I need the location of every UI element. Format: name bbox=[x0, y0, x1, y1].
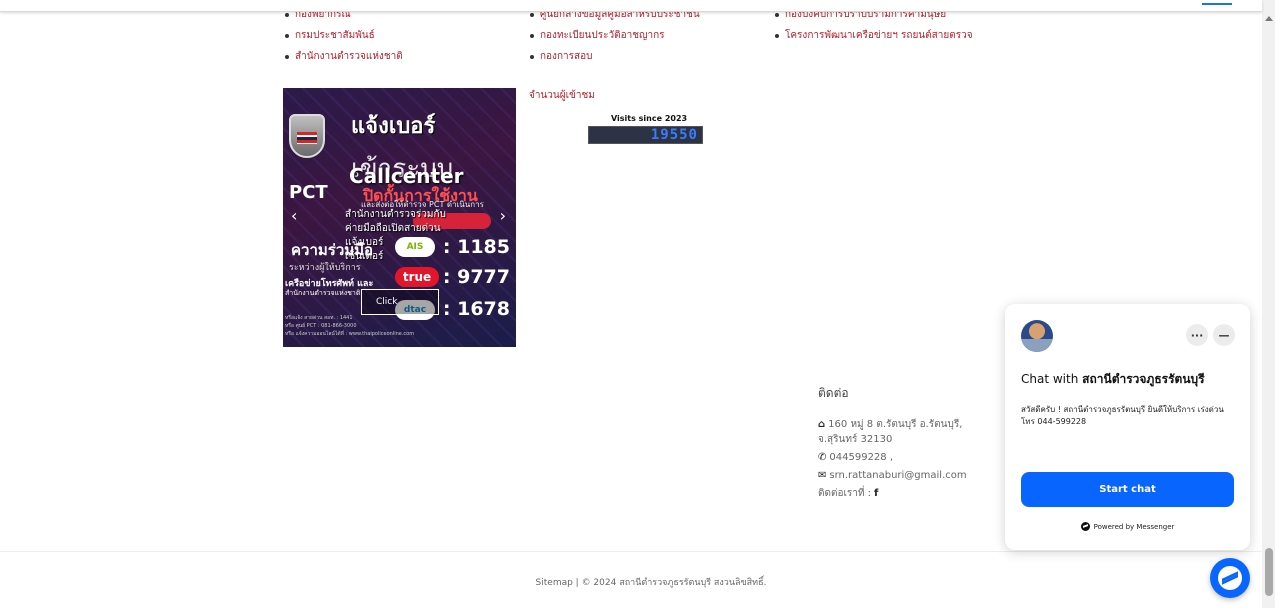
link-item[interactable]: กองการสอบ bbox=[528, 46, 700, 67]
email-text[interactable]: srn.rattanaburi@gmail.com bbox=[829, 470, 966, 481]
footer-text: Sitemap | © 2024 สถานีตำรวจภูธรรัตนบุรี … bbox=[535, 578, 767, 588]
link-item[interactable]: โครงการพัฒนาเครือข่ายฯ รถยนต์สายตรวจ bbox=[773, 25, 973, 46]
police-shield-icon bbox=[289, 114, 325, 158]
messenger-launcher-button[interactable] bbox=[1210, 558, 1250, 598]
messenger-icon bbox=[1218, 566, 1242, 590]
visitor-counter-title: Visits since 2023 bbox=[611, 114, 688, 123]
chat-title-prefix: Chat with bbox=[1021, 372, 1079, 386]
chat-title-name: สถานีตำรวจภูธรรัตนบุรี bbox=[1082, 372, 1205, 386]
more-options-icon[interactable]: ··· bbox=[1186, 324, 1208, 346]
operator-number: : 1185 bbox=[442, 236, 510, 258]
fine-print-line: หรือแจ้ง สายด่วน สอท. : 1441 bbox=[285, 315, 353, 321]
start-chat-button[interactable]: Start chat bbox=[1021, 472, 1234, 507]
true-logo-icon: true bbox=[395, 267, 439, 287]
scroll-up-icon[interactable] bbox=[1265, 16, 1273, 21]
overlay-line: สำนักงานตำรวจร่วมกับ bbox=[345, 209, 446, 220]
contact-heading: ติดต่อ bbox=[818, 386, 849, 400]
pct-callcenter-banner-carousel[interactable]: PCT แจ้งเบอร์ เข้าระบบ Callcenter ปิดกั้… bbox=[283, 88, 516, 347]
pct-logo-text: PCT bbox=[289, 182, 328, 203]
link-item[interactable]: กองทะเบียนประวัติอาชญากร bbox=[528, 25, 700, 46]
contact-follow: ติดต่อเราที่ :f bbox=[818, 486, 978, 501]
operator-number: : 1678 bbox=[442, 298, 510, 320]
footer-divider bbox=[0, 551, 1262, 552]
visitor-count: 19550 bbox=[650, 127, 698, 143]
minimize-icon[interactable]: — bbox=[1213, 324, 1235, 346]
banner-fine-print: หรือแจ้ง สายด่วน สอท. : 1441 หรือ ศูนย์ … bbox=[285, 314, 414, 338]
phone-text: 044599228 , bbox=[829, 452, 894, 463]
banner-network-text-2: สำนักงานตำรวจแห่งชาติ bbox=[285, 289, 361, 297]
ais-logo-icon: AIS bbox=[395, 237, 435, 257]
mail-icon: ✉ bbox=[818, 470, 827, 481]
links-column-1: กองพยากรณ์ กรมประชาสัมพันธ์ สำนักงานตำรว… bbox=[283, 4, 403, 67]
contact-phone: ✆ 044599228 , bbox=[818, 450, 978, 465]
carousel-next-icon[interactable]: › bbox=[500, 206, 506, 225]
follow-text: ติดต่อเราที่ : bbox=[818, 488, 872, 499]
scrollbar-thumb[interactable] bbox=[1265, 548, 1273, 596]
carousel-prev-icon[interactable]: ‹ bbox=[291, 206, 297, 225]
fine-print-line: หรือ ศูนย์ PCT : 081-866-3000 bbox=[285, 323, 357, 329]
visitors-label: จำนวนผู้เข้าชม bbox=[529, 90, 595, 101]
address-text: 160 หมู่ 8 ต.รัตนบุรี อ.รัตนบุรี, จ.สุริ… bbox=[818, 419, 963, 445]
banner-coop-text: ความร่วมมือ bbox=[291, 241, 374, 259]
page-avatar bbox=[1021, 320, 1053, 352]
banner-headline: แจ้งเบอร์ bbox=[351, 114, 436, 139]
fine-print-line: หรือ แจ้งความออนไลน์ได้ที่ : www.thaipol… bbox=[285, 331, 415, 337]
home-icon: ⌂ bbox=[818, 419, 826, 430]
links-column-2: ศูนย์กลางข้อมูลคู่มือสำหรับประชาชน กองทะ… bbox=[528, 4, 700, 67]
page-scrollbar[interactable] bbox=[1262, 0, 1275, 608]
banner-click-button[interactable]: Click bbox=[361, 289, 439, 315]
powered-by-text: Powered by Messenger bbox=[1093, 522, 1175, 531]
link-item[interactable]: กรมประชาสัมพันธ์ bbox=[283, 25, 403, 46]
overlay-line: ค่ายมือถือเปิดสายด่วน bbox=[345, 223, 441, 234]
powered-by-messenger: Powered by Messenger bbox=[1005, 522, 1250, 531]
chat-greeting: สวัสดีครับ ! สถานีตำรวจภูธรรัตนบุรี ยินด… bbox=[1021, 405, 1224, 426]
messenger-chat-widget: ··· — Chat with สถานีตำรวจภูธรรัตนบุรี ส… bbox=[1005, 304, 1250, 550]
visitor-counter: 19550 bbox=[588, 126, 703, 144]
phone-icon: ✆ bbox=[818, 452, 827, 463]
link-item[interactable]: สำนักงานตำรวจแห่งชาติ bbox=[283, 46, 403, 67]
operator-number: : 9777 bbox=[442, 266, 510, 288]
facebook-icon[interactable]: f bbox=[874, 488, 878, 499]
header-link-fragment[interactable] bbox=[1202, 3, 1232, 5]
contact-email: ✉ srn.rattanaburi@gmail.com bbox=[818, 468, 978, 483]
top-header-bar bbox=[0, 0, 1262, 12]
banner-coop-sub: ระหว่างผู้ให้บริการ bbox=[289, 263, 361, 273]
contact-section: ติดต่อ ⌂ 160 หมู่ 8 ต.รัตนบุรี อ.รัตนบุรี… bbox=[818, 384, 978, 504]
contact-address: ⌂ 160 หมู่ 8 ต.รัตนบุรี อ.รัตนบุรี, จ.สุร… bbox=[818, 417, 978, 447]
chat-title: Chat with สถานีตำรวจภูธรรัตนบุรี bbox=[1021, 370, 1205, 389]
messenger-logo-icon bbox=[1080, 522, 1090, 531]
